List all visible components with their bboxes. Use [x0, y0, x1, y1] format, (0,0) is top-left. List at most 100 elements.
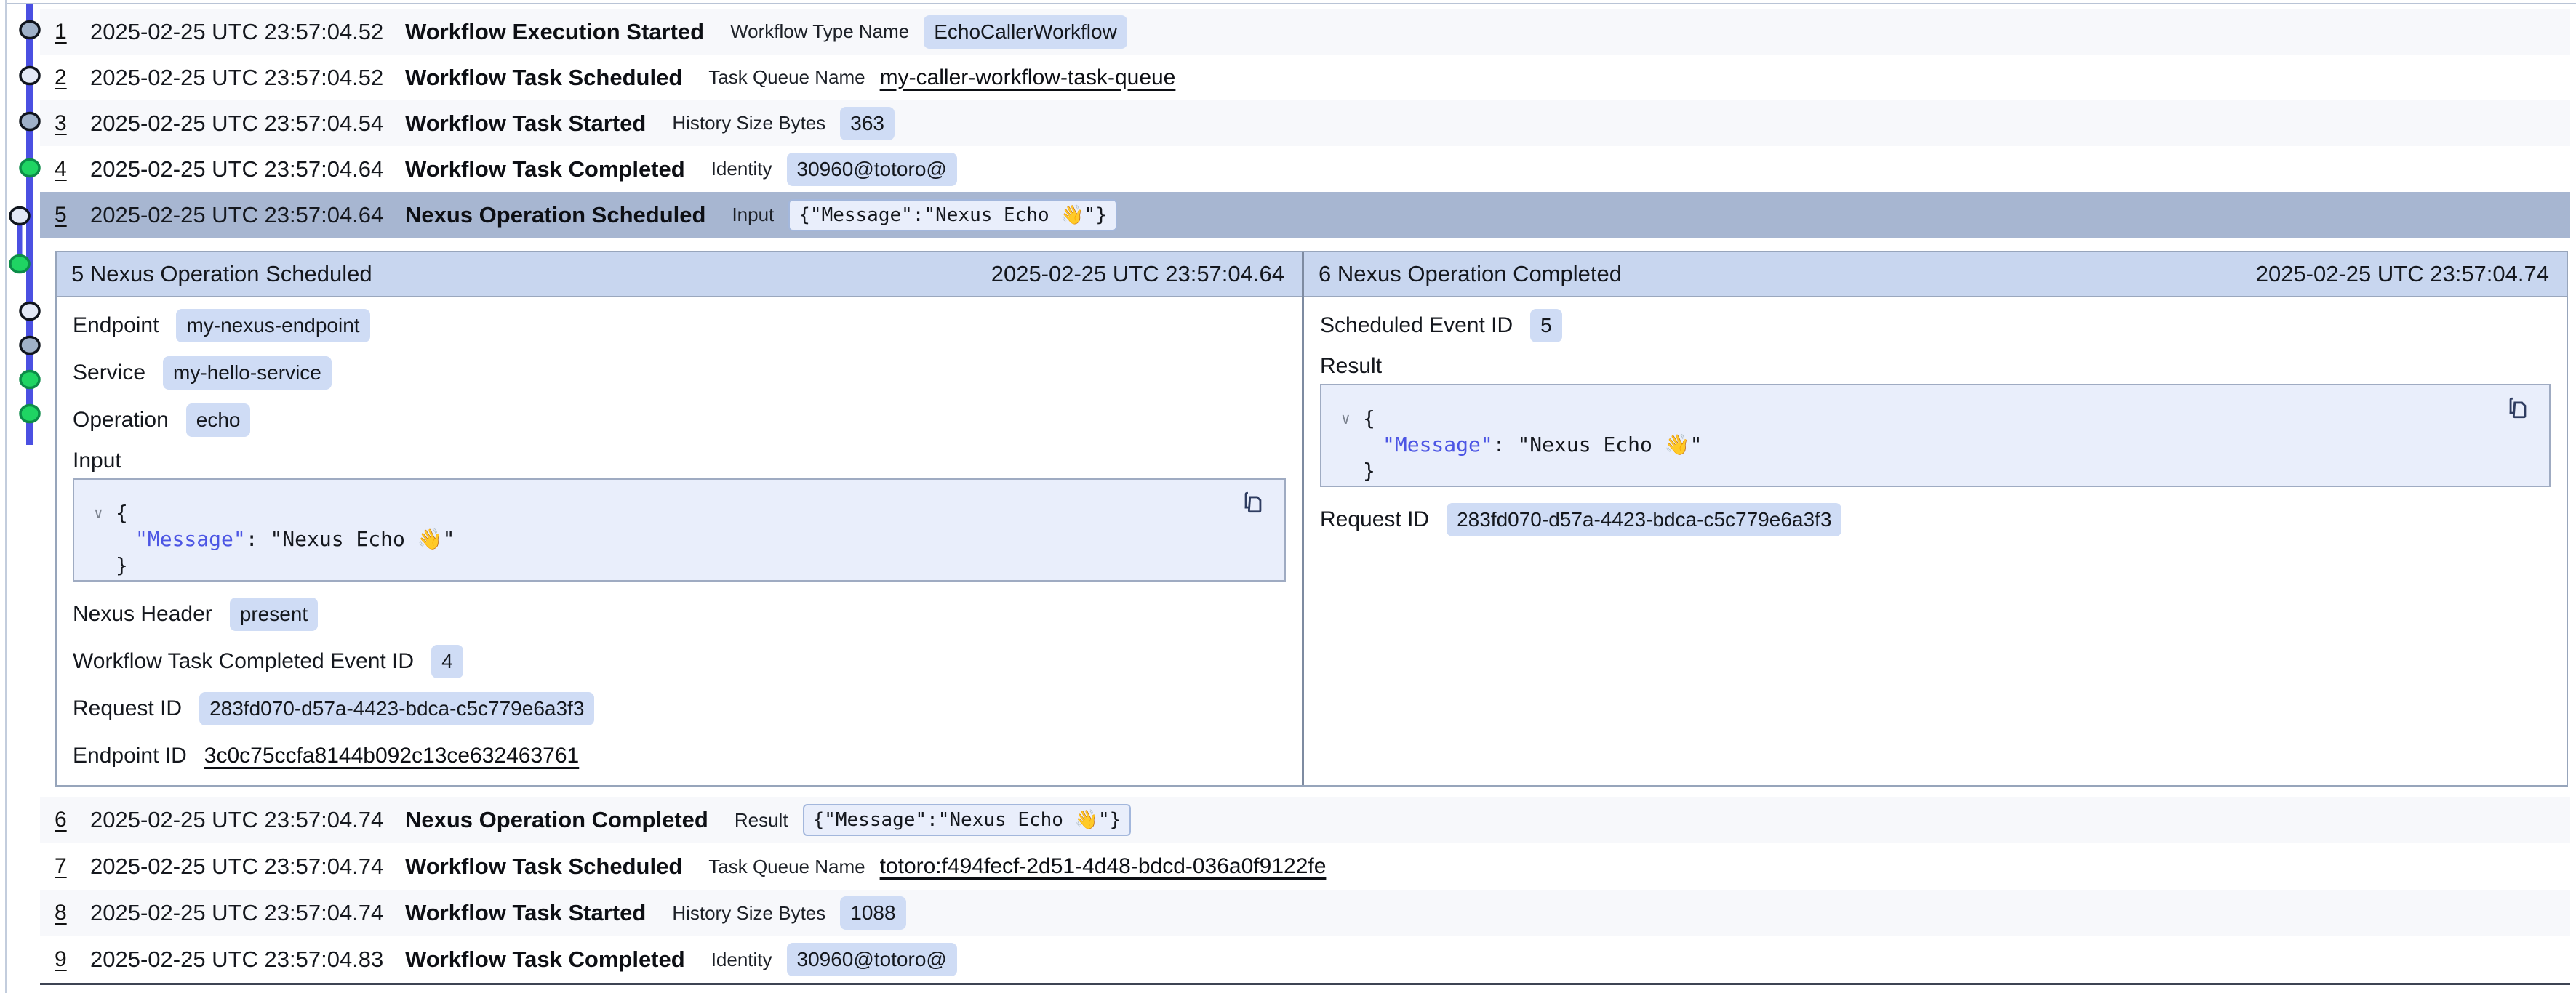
panel-field-label: Endpoint [73, 313, 159, 338]
event-status-dot-5[interactable] [10, 208, 29, 225]
detail-value-json-badge: {"Message":"Nexus Echo 👋"} [803, 804, 1132, 836]
event-timestamp: 2025-02-25 UTC 23:57:04.74 [90, 853, 405, 880]
json-key: "Message" [1383, 433, 1493, 457]
event-timestamp: 2025-02-25 UTC 23:57:04.54 [90, 110, 405, 137]
event-detail-panel-completed: 6 Nexus Operation Completed 2025-02-25 U… [1302, 252, 2567, 785]
panel-field-label: Nexus Header [73, 602, 212, 627]
detail-value-badge: 5 [1530, 309, 1562, 342]
event-status-dot-8[interactable] [20, 337, 39, 354]
event-id-link[interactable]: 3 [55, 111, 90, 136]
event-timestamp: 2025-02-25 UTC 23:57:04.52 [90, 65, 405, 91]
collapse-chevron-icon[interactable]: ∨ [1341, 406, 1363, 432]
detail-value-badge: my-hello-service [163, 356, 332, 390]
event-row[interactable]: 52025-02-25 UTC 23:57:04.64Nexus Operati… [40, 192, 2570, 238]
event-id-link[interactable]: 4 [55, 157, 90, 182]
event-timestamp: 2025-02-25 UTC 23:57:04.74 [90, 900, 405, 926]
event-timestamp: 2025-02-25 UTC 23:57:04.64 [90, 156, 405, 182]
event-status-dot-1[interactable] [20, 22, 39, 39]
event-detail-label: History Size Bytes [672, 112, 825, 134]
event-row[interactable]: 82025-02-25 UTC 23:57:04.74Workflow Task… [40, 890, 2570, 936]
panel-field-label: Operation [73, 408, 169, 433]
event-row[interactable]: 42025-02-25 UTC 23:57:04.64Workflow Task… [40, 146, 2570, 192]
detail-value-badge: 4 [431, 645, 463, 678]
event-id-link[interactable]: 7 [55, 854, 90, 879]
panel-field-row: Workflow Task Completed Event ID 4 [73, 638, 1286, 685]
panel-field-label-row: Input [73, 443, 1286, 478]
json-code-block: ∨{"Message": "Nexus Echo 👋"} [1320, 384, 2551, 487]
event-detail-panel-scheduled: 5 Nexus Operation Scheduled 2025-02-25 U… [57, 252, 1302, 785]
detail-value-badge: my-nexus-endpoint [176, 309, 369, 342]
event-id-link[interactable]: 9 [55, 947, 90, 972]
panel-field-row: Scheduled Event ID5 [1320, 302, 2551, 349]
json-key: "Message" [135, 527, 246, 551]
copy-icon[interactable] [2505, 395, 2530, 420]
event-timeline-graph [0, 0, 51, 473]
panel-body: Scheduled Event ID5 Result ∨{"Message": "N… [1304, 297, 2567, 785]
detail-value-json-badge: {"Message":"Nexus Echo 👋"} [788, 199, 1117, 231]
event-id-link[interactable]: 8 [55, 901, 90, 925]
detail-value-link[interactable]: my-caller-workflow-task-queue [880, 65, 1176, 90]
panel-field-row: Endpoint my-nexus-endpoint [73, 302, 1286, 349]
event-list-bottom: 62025-02-25 UTC 23:57:04.74Nexus Operati… [40, 797, 2570, 985]
event-name: Workflow Task Completed [405, 156, 685, 182]
event-row[interactable]: 72025-02-25 UTC 23:57:04.74Workflow Task… [40, 843, 2570, 890]
event-id-link[interactable]: 1 [55, 20, 90, 44]
panel-field-row: Nexus Header present [73, 590, 1286, 638]
event-row[interactable]: 12025-02-25 UTC 23:57:04.52Workflow Exec… [40, 9, 2570, 55]
detail-value-badge: 283fd070-d57a-4423-bdca-c5c779e6a3f3 [199, 692, 594, 725]
event-status-dot-4[interactable] [20, 160, 39, 177]
event-name: Workflow Task Scheduled [405, 853, 682, 880]
event-detail-label: Task Queue Name [708, 66, 865, 89]
collapse-chevron-icon[interactable]: ∨ [94, 500, 116, 526]
event-detail-label: Input [732, 204, 774, 226]
panel-field-label: Workflow Task Completed Event ID [73, 649, 414, 674]
detail-value-badge: 30960@totoro@ [787, 153, 957, 186]
detail-value-link[interactable]: totoro:f494fecf-2d51-4d48-bdcd-036a0f912… [880, 854, 1327, 879]
event-list-top: 12025-02-25 UTC 23:57:04.52Workflow Exec… [40, 9, 2570, 238]
event-name: Nexus Operation Completed [405, 807, 708, 833]
event-detail-label: Identity [711, 949, 772, 971]
panel-field-row: Request ID 283fd070-d57a-4423-bdca-c5c779… [73, 685, 1286, 732]
panel-field-label: Result [1320, 354, 1382, 379]
event-name: Workflow Execution Started [405, 19, 704, 45]
event-id-link[interactable]: 2 [55, 65, 90, 90]
detail-value-badge: EchoCallerWorkflow [924, 15, 1127, 49]
event-timestamp: 2025-02-25 UTC 23:57:04.64 [90, 202, 405, 228]
event-status-dot-6[interactable] [10, 256, 29, 273]
event-history-content: 12025-02-25 UTC 23:57:04.52Workflow Exec… [40, 0, 2570, 985]
panel-field-row: Endpoint ID3c0c75ccfa8144b092c13ce632463… [73, 732, 1286, 779]
panel-body: Endpoint my-nexus-endpoint Service my-hello… [57, 297, 1302, 785]
detail-value-badge: present [230, 598, 318, 631]
event-status-dot-9[interactable] [20, 371, 39, 388]
event-id-link[interactable]: 5 [55, 203, 90, 228]
panel-field-row: Request ID283fd070-d57a-4423-bdca-c5c779… [1320, 496, 2551, 543]
detail-value-link[interactable]: 3c0c75ccfa8144b092c13ce632463761 [204, 744, 579, 768]
event-id-link[interactable]: 6 [55, 808, 90, 832]
event-detail-label: Task Queue Name [708, 856, 865, 878]
event-status-dot-2[interactable] [20, 68, 39, 84]
panel-header: 6 Nexus Operation Completed 2025-02-25 U… [1304, 252, 2567, 297]
copy-icon[interactable] [1241, 490, 1265, 515]
panel-field-label: Request ID [73, 696, 182, 721]
event-row[interactable]: 32025-02-25 UTC 23:57:04.54Workflow Task… [40, 100, 2570, 146]
event-row[interactable]: 62025-02-25 UTC 23:57:04.74Nexus Operati… [40, 797, 2570, 843]
event-status-dot-7[interactable] [20, 303, 39, 320]
event-row[interactable]: 92025-02-25 UTC 23:57:04.83Workflow Task… [40, 936, 2570, 983]
detail-value-badge: 30960@totoro@ [787, 943, 957, 976]
event-name: Workflow Task Completed [405, 946, 685, 973]
event-name: Workflow Task Started [405, 110, 646, 137]
panel-timestamp: 2025-02-25 UTC 23:57:04.74 [2256, 261, 2549, 287]
panel-title: 5 Nexus Operation Scheduled [71, 261, 372, 287]
event-detail-label: Result [735, 809, 788, 832]
event-status-dot-3[interactable] [20, 113, 39, 130]
panel-field-label: Request ID [1320, 507, 1429, 532]
panel-field-row: Operationecho [73, 396, 1286, 443]
event-row[interactable]: 22025-02-25 UTC 23:57:04.52Workflow Task… [40, 55, 2570, 100]
event-timestamp: 2025-02-25 UTC 23:57:04.83 [90, 946, 405, 973]
event-timestamp: 2025-02-25 UTC 23:57:04.52 [90, 19, 405, 45]
panel-field-label: Service [73, 361, 145, 385]
json-code-block: ∨{"Message": "Nexus Echo 👋"} [73, 478, 1286, 582]
panel-header: 5 Nexus Operation Scheduled 2025-02-25 U… [57, 252, 1302, 297]
event-detail-panels: 5 Nexus Operation Scheduled 2025-02-25 U… [55, 251, 2568, 787]
event-status-dot-10[interactable] [20, 406, 39, 422]
